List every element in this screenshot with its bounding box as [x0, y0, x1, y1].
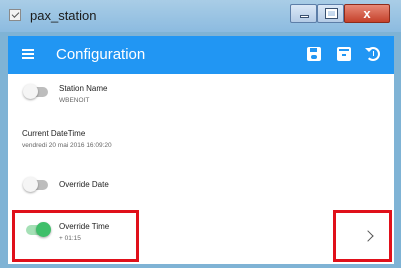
station-name-toggle[interactable]: [23, 84, 48, 99]
maximize-icon: [325, 8, 338, 19]
current-datetime-value: vendredi 20 mai 2016 16:09:20: [22, 142, 112, 149]
app-window: pax_station x Configuration Station Name: [0, 0, 401, 268]
close-icon: x: [363, 6, 371, 21]
app-bar: Configuration: [8, 36, 394, 74]
toggle-knob: [36, 222, 51, 237]
current-datetime-label: Current DateTime: [22, 129, 86, 138]
app-content: Configuration Station Name WBENOIT Curre…: [8, 36, 394, 264]
app-icon: [9, 9, 21, 21]
override-time-toggle[interactable]: [26, 222, 51, 237]
minimize-button[interactable]: [290, 4, 317, 23]
minimize-icon: [300, 15, 309, 18]
station-name-label: Station Name: [59, 84, 108, 93]
override-time-label: Override Time: [59, 222, 110, 231]
save-icon[interactable]: [307, 47, 321, 61]
station-name-value: WBENOIT: [59, 97, 90, 104]
window-titlebar[interactable]: pax_station x: [0, 0, 401, 32]
close-button[interactable]: x: [344, 4, 390, 23]
page-title: Configuration: [56, 46, 146, 63]
override-time-value: + 01:15: [59, 235, 81, 242]
override-date-toggle[interactable]: [23, 177, 48, 192]
override-date-label: Override Date: [59, 180, 109, 189]
restore-history-icon[interactable]: [365, 47, 380, 61]
window-title: pax_station: [30, 8, 97, 23]
hamburger-menu-icon[interactable]: [22, 49, 34, 59]
maximize-button[interactable]: [317, 4, 344, 23]
toggle-knob: [23, 84, 38, 99]
archive-icon[interactable]: [337, 47, 351, 61]
toggle-knob: [23, 177, 38, 192]
